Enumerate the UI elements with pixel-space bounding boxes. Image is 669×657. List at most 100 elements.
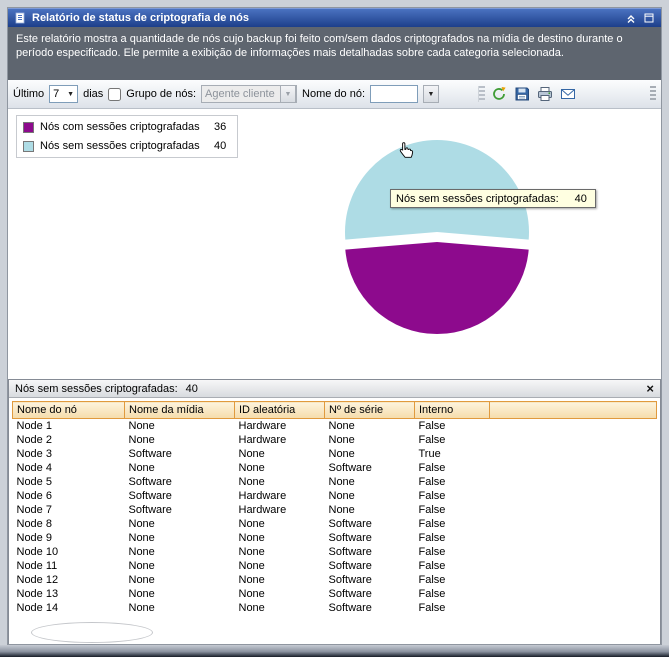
legend-swatch: [23, 141, 34, 152]
pie-slice-0[interactable]: [345, 242, 528, 334]
close-icon[interactable]: ×: [646, 382, 654, 395]
table-cell-filler: [490, 517, 657, 531]
node-group-select: Agente cliente ▼: [201, 85, 297, 103]
table-row[interactable]: Node 9NoneNoneSoftwareFalse: [13, 531, 657, 545]
legend-item[interactable]: Nós sem sessões criptografadas 40: [23, 140, 231, 152]
table-cell: None: [125, 419, 235, 433]
node-group-label: Grupo de nós:: [126, 88, 196, 100]
node-name-input[interactable]: [370, 85, 418, 103]
table-cell: Node 13: [13, 587, 125, 601]
table-cell: None: [235, 601, 325, 615]
column-header[interactable]: Nome do nó: [13, 402, 125, 419]
table-cell: False: [415, 531, 490, 545]
table-cell: Node 11: [13, 559, 125, 573]
node-group-value: Agente cliente: [202, 88, 280, 100]
table-cell: False: [415, 545, 490, 559]
table-row[interactable]: Node 14NoneNoneSoftwareFalse: [13, 601, 657, 615]
table-cell: True: [415, 447, 490, 461]
table-row[interactable]: Node 8NoneNoneSoftwareFalse: [13, 517, 657, 531]
table-row[interactable]: Node 11NoneNoneSoftwareFalse: [13, 559, 657, 573]
collapse-icon[interactable]: [624, 11, 638, 25]
print-icon[interactable]: [536, 85, 554, 103]
table-cell: Software: [125, 475, 235, 489]
table-row[interactable]: Node 1NoneHardwareNoneFalse: [13, 419, 657, 433]
refresh-icon[interactable]: [490, 85, 508, 103]
table-row[interactable]: Node 4NoneNoneSoftwareFalse: [13, 461, 657, 475]
days-label: dias: [83, 88, 103, 100]
node-group-checkbox[interactable]: [108, 88, 121, 101]
chart-legend: Nós com sessões criptografadas 36 Nós se…: [16, 115, 238, 158]
table-cell: False: [415, 517, 490, 531]
table-cell: None: [235, 559, 325, 573]
legend-item[interactable]: Nós com sessões criptografadas 36: [23, 121, 231, 133]
column-header[interactable]: Nome da mídia: [125, 402, 235, 419]
table-cell: False: [415, 461, 490, 475]
days-value: 7: [50, 88, 64, 100]
chevron-down-icon: ▼: [280, 85, 296, 103]
email-icon[interactable]: [559, 85, 577, 103]
table-header-row: Nome do nóNome da mídiaID aleatóriaNº de…: [13, 402, 657, 419]
table-cell: Software: [125, 503, 235, 517]
table-row[interactable]: Node 6SoftwareHardwareNoneFalse: [13, 489, 657, 503]
legend-value: 36: [214, 121, 226, 133]
table-cell: False: [415, 559, 490, 573]
legend-swatch: [23, 122, 34, 133]
panel-title-value: 40: [186, 383, 198, 395]
column-header[interactable]: ID aleatória: [235, 402, 325, 419]
table-row[interactable]: Node 10NoneNoneSoftwareFalse: [13, 545, 657, 559]
titlebar-actions: [624, 11, 656, 25]
table-cell: None: [125, 587, 235, 601]
table-cell: None: [325, 433, 415, 447]
table-cell-filler: [490, 601, 657, 615]
titlebar: Relatório de status de criptografia de n…: [8, 8, 661, 27]
table-cell: Software: [125, 489, 235, 503]
table-row[interactable]: Node 3SoftwareNoneNoneTrue: [13, 447, 657, 461]
pie-chart[interactable]: [331, 125, 543, 350]
detail-panel: Nós sem sessões criptografadas: 40 × Nom…: [8, 379, 661, 644]
table-cell: Node 12: [13, 573, 125, 587]
table-cell: None: [235, 545, 325, 559]
table-cell: Software: [325, 573, 415, 587]
table-row[interactable]: Node 7SoftwareHardwareNoneFalse: [13, 503, 657, 517]
chart-tooltip: Nós sem sessões criptografadas: 40: [390, 189, 596, 208]
table-cell: Node 6: [13, 489, 125, 503]
column-header[interactable]: Nº de série: [325, 402, 415, 419]
toolbar-end-grip-icon: [650, 86, 656, 102]
table-row[interactable]: Node 2NoneHardwareNoneFalse: [13, 433, 657, 447]
table-cell: None: [125, 433, 235, 447]
column-header[interactable]: Interno: [415, 402, 490, 419]
table-row[interactable]: Node 13NoneNoneSoftwareFalse: [13, 587, 657, 601]
table-cell: Node 2: [13, 433, 125, 447]
table-cell: None: [125, 517, 235, 531]
column-header-filler: [490, 402, 657, 419]
table-cell: None: [125, 601, 235, 615]
table-cell-filler: [490, 559, 657, 573]
table-cell: False: [415, 419, 490, 433]
table-cell: Node 5: [13, 475, 125, 489]
table-cell: Software: [325, 545, 415, 559]
save-icon[interactable]: [513, 85, 531, 103]
table-cell: None: [125, 559, 235, 573]
table-cell: Node 3: [13, 447, 125, 461]
table-cell: Node 1: [13, 419, 125, 433]
table-cell: Node 7: [13, 503, 125, 517]
table-cell-filler: [490, 573, 657, 587]
table-cell: False: [415, 475, 490, 489]
panel-title: Nós sem sessões criptografadas:: [15, 383, 178, 395]
table-cell: None: [235, 517, 325, 531]
table-row[interactable]: Node 5SoftwareNoneNoneFalse: [13, 475, 657, 489]
days-select[interactable]: 7 ▼: [49, 85, 78, 103]
node-name-label: Nome do nó:: [302, 88, 365, 100]
table-cell-filler: [490, 433, 657, 447]
table-cell: Node 9: [13, 531, 125, 545]
table-cell: False: [415, 573, 490, 587]
annotation-ellipse: [31, 622, 153, 643]
node-name-dropdown[interactable]: ▼: [423, 85, 439, 103]
last-label: Último: [13, 88, 44, 100]
table-cell: None: [325, 419, 415, 433]
table-row[interactable]: Node 12NoneNoneSoftwareFalse: [13, 573, 657, 587]
toolbar: Último 7 ▼ dias Grupo de nós: Agente cli…: [8, 80, 661, 109]
table-cell: False: [415, 433, 490, 447]
window-menu-icon[interactable]: [642, 11, 656, 25]
chevron-down-icon: ▼: [64, 91, 77, 98]
